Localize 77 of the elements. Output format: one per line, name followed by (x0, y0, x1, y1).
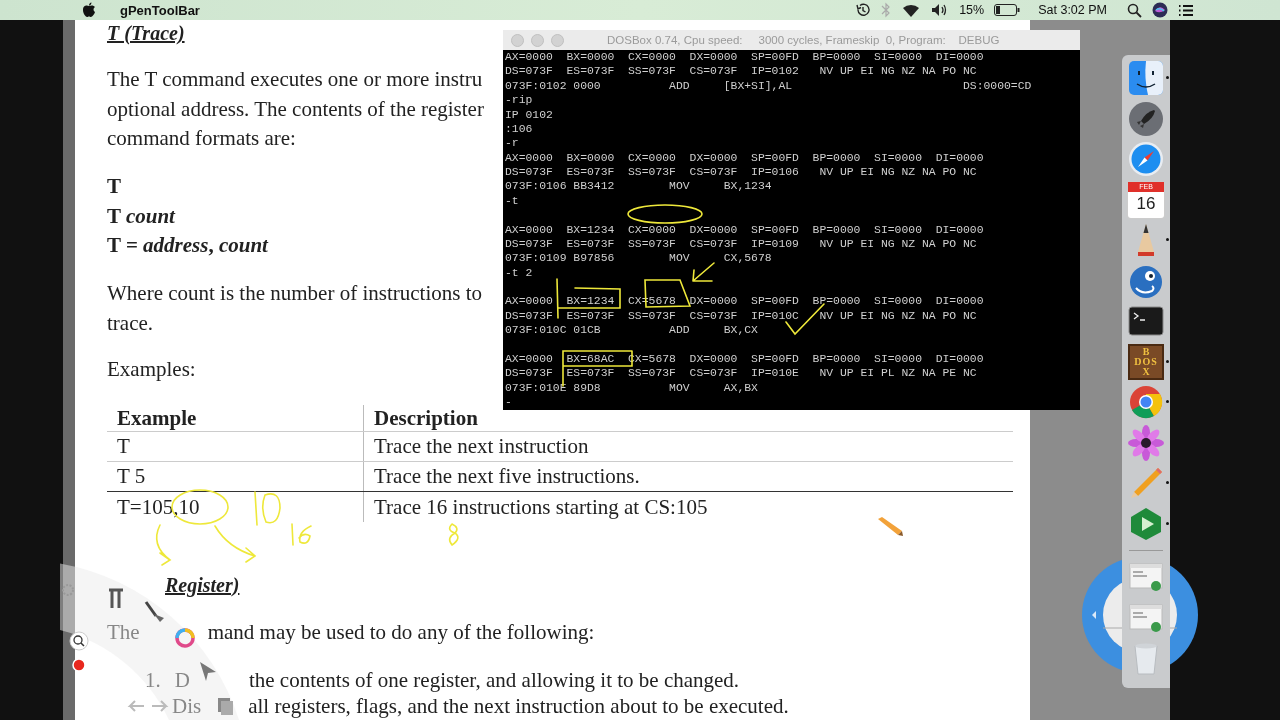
list-item-fragment: Dis (172, 694, 202, 718)
window-title: DOSBox 0.74, Cpu speed: 3000 cycles, Frameskip 0, Program: DEBUG (607, 34, 1000, 46)
ink-arrow (692, 262, 715, 282)
terminal-line: -rip (505, 93, 533, 108)
record-button[interactable] (72, 658, 86, 672)
terminal-line: 073F:0106 BB3412 MOV BX,1234 (505, 179, 772, 194)
terminal-line: 073F:010C 01CB ADD BX,CX (505, 323, 758, 338)
command-format: T count (107, 202, 175, 230)
table-cell-text: Trace the next instruction (373, 432, 589, 460)
brush-icon[interactable] (144, 601, 164, 622)
rocket-icon[interactable] (1128, 100, 1164, 137)
terminal-line: 073F:0109 B97856 MOV CX,5678 (505, 251, 772, 266)
search-icon[interactable] (1127, 2, 1142, 18)
list-item-fragment: all registers, flags, and the next instruction about to be executed. (248, 694, 789, 718)
terminal-line: DS=073F ES=073F SS=073F CS=073F IP=0106 NV UP EI NG NZ NA PO NC (505, 165, 977, 180)
terminal-line: 073F:0102 0000 ADD [BX+SI],AL DS:0000=CD (505, 78, 1032, 94)
list-item-fragment: the contents of one register, and allowing it to be changed. (248, 668, 740, 692)
paragraph-fragment: mand may be used to do any of the following: (207, 619, 595, 644)
clock-history-icon[interactable] (855, 2, 872, 18)
terminal-line: DS=073F ES=073F SS=073F CS=073F IP=010E NV UP EI PL NZ NA PE NC (505, 366, 977, 381)
apple-icon[interactable] (82, 2, 96, 18)
paragraph-line: command formats are: (107, 125, 296, 152)
color-wheel-icon[interactable] (175, 628, 195, 648)
list-number: 1. (145, 668, 161, 692)
crate-icon[interactable]: B DOS X (1128, 343, 1164, 380)
paragraph-fragment: The (107, 619, 140, 644)
paragraph-line: Where count is the number of instructions to (107, 280, 482, 307)
terminal-line: -t (505, 193, 519, 209)
command-format: T = address, count (107, 232, 268, 259)
terminal-line: AX=0000 BX=0000 CX=0000 DX=0000 SP=00FD BP=0000 SI=0000 DI=0000 (505, 150, 984, 165)
command-format: T (107, 173, 121, 200)
pencil-cursor-icon (876, 517, 904, 537)
smiling-face-icon[interactable] (1128, 60, 1164, 97)
table-cell-text: Trace the next five instructions. (373, 462, 640, 490)
table-cell: T 5 (107, 461, 364, 491)
battery-icon[interactable] (994, 4, 1021, 16)
cursor-icon[interactable] (200, 662, 216, 681)
terminal-line: AX=0000 BX=1234 CX=0000 DX=0000 SP=00FD BP=0000 SI=0000 DI=0000 (505, 222, 984, 237)
zoom-icon[interactable] (69, 631, 89, 651)
paragraph-line: The T command executes one or more instru (107, 66, 483, 93)
assistant-orb-icon[interactable] (1152, 2, 1168, 18)
app-name[interactable]: gPenToolBar (120, 2, 200, 18)
list-item-fragment: D (174, 668, 190, 692)
examples-label: Examples: (107, 356, 196, 383)
copy-icon[interactable] (218, 698, 233, 715)
column-header: Example (107, 404, 364, 431)
paragraph-line: trace. (107, 309, 154, 337)
terminal-line: -r (505, 136, 519, 151)
ink-bracket (556, 278, 621, 319)
terminal-line: -t 2 (505, 265, 533, 280)
terminal-line: 073F:010E 89D8 MOV AX,BX (505, 380, 758, 395)
terminal-line: DS=073F ES=073F SS=073F CS=073F IP=010C NV UP EI NG NZ NA PO NC (505, 308, 977, 324)
table-cell: T (107, 431, 364, 461)
ink-arrow (155, 524, 171, 566)
wifi-icon[interactable] (901, 2, 922, 18)
play-icon[interactable] (1128, 505, 1164, 542)
flower-icon[interactable] (1128, 424, 1164, 461)
table-cell-text: Trace 16 instructions starting at CS:105 (373, 493, 708, 521)
circle-logo-icon[interactable] (1128, 384, 1164, 421)
tools-icon[interactable] (107, 588, 125, 610)
terminal-line: IP 0102 (505, 107, 553, 122)
terminal-line: :106 (505, 121, 533, 137)
section-heading: Register) (165, 572, 240, 598)
terminal-line: DS=073F ES=073F SS=073F CS=073F IP=0102 NV UP EI NG NZ NA PO NC (505, 64, 977, 79)
ink-scribble (254, 491, 281, 526)
ink-scribble (291, 523, 312, 546)
paragraph-line: optional address. The contents of the register (107, 95, 484, 123)
battery-percentage: 15% (959, 3, 985, 17)
ink-scribble (448, 523, 459, 546)
terminal-line: - (505, 395, 512, 410)
menu-clock[interactable]: Sat 3:02 PM (1038, 3, 1107, 17)
column-header: Description (373, 404, 478, 431)
ink-arrow (214, 525, 256, 563)
section-heading: T (Trace) (107, 21, 185, 46)
list-icon[interactable] (1178, 3, 1194, 17)
terminal-line: DS=073F ES=073F SS=073F CS=073F IP=0109 NV UP EI NG NZ NA PO NC (505, 236, 977, 252)
terminal-line: AX=0000 BX=0000 CX=0000 DX=0000 SP=00FD BP=0000 SI=0000 DI=0000 (505, 50, 984, 65)
